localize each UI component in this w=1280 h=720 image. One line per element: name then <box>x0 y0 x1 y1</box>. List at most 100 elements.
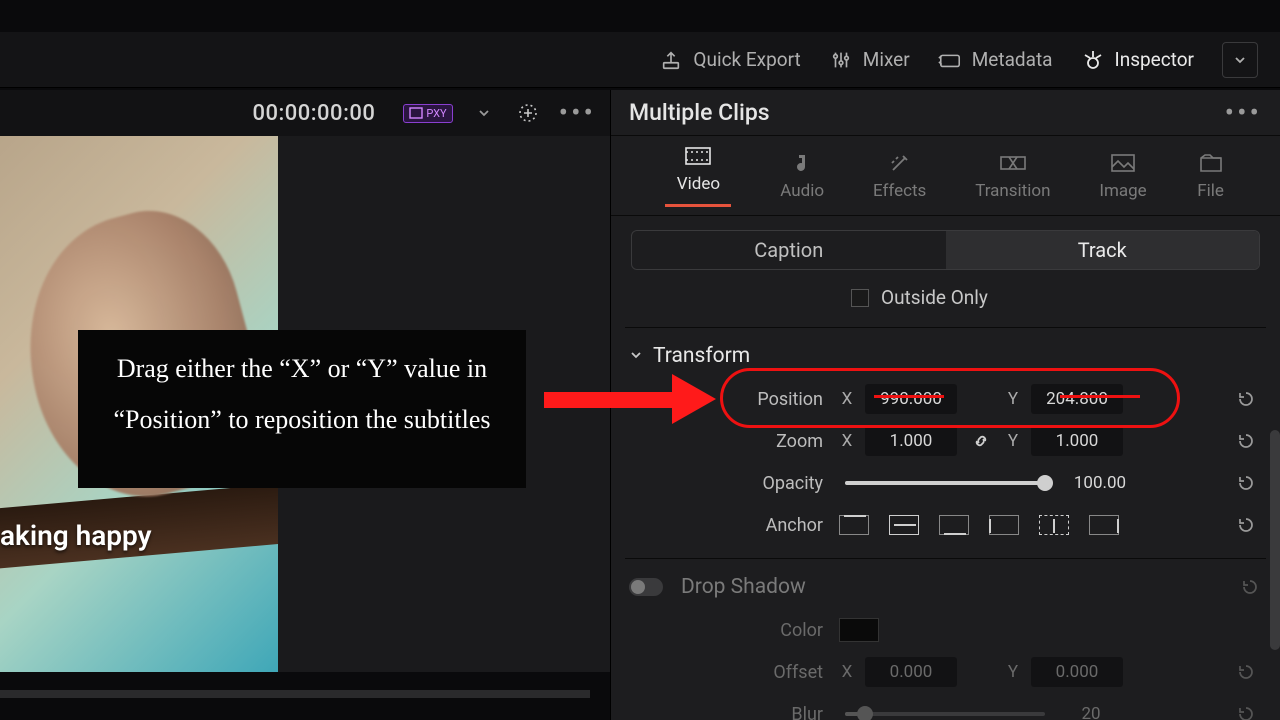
viewer-more-menu[interactable]: ••• <box>559 106 596 120</box>
image-icon <box>1108 151 1138 175</box>
reset-dropshadow-icon[interactable] <box>1238 575 1262 599</box>
reset-position-icon[interactable] <box>1234 387 1258 411</box>
quick-export-label: Quick Export <box>693 48 800 71</box>
link-axes-icon[interactable] <box>967 431 995 451</box>
inspector-subtabs: Caption Track <box>631 230 1260 270</box>
metadata-button[interactable]: Metadata <box>938 48 1053 72</box>
magic-enhance-icon[interactable] <box>515 100 541 126</box>
tab-file[interactable]: File <box>1196 151 1226 201</box>
offset-y-input[interactable] <box>1031 657 1123 687</box>
toolbar-dropdown[interactable] <box>1222 42 1258 78</box>
proxy-mode-chip[interactable]: PXY <box>403 104 452 123</box>
inspector-more-menu[interactable]: ••• <box>1225 106 1262 120</box>
opacity-value[interactable] <box>1061 468 1139 498</box>
blur-slider[interactable] <box>845 712 1045 716</box>
mixer-button[interactable]: Mixer <box>829 48 910 72</box>
shadow-offset-label: Offset <box>621 662 829 683</box>
tab-image-label: Image <box>1099 181 1146 201</box>
position-y-input[interactable] <box>1031 384 1123 414</box>
inspector-title: Multiple Clips <box>629 99 770 126</box>
zoom-row: Zoom X Y <box>611 420 1280 462</box>
tab-audio[interactable]: Audio <box>780 151 824 201</box>
anchor-label: Anchor <box>621 515 829 536</box>
tab-audio-label: Audio <box>780 181 824 201</box>
zoom-y-input[interactable] <box>1031 426 1123 456</box>
anchor-center[interactable] <box>1039 515 1069 535</box>
opacity-row: Opacity <box>611 462 1280 504</box>
offset-x-label: X <box>839 662 855 682</box>
shadow-blur-label: Blur <box>621 704 829 720</box>
reset-blur-icon[interactable] <box>1234 702 1258 720</box>
video-icon <box>683 144 713 168</box>
inspector-tabs: Video Audio Effects Transition Image Fil… <box>611 136 1280 216</box>
zoom-x-input[interactable] <box>865 426 957 456</box>
offset-y-label: Y <box>1005 662 1021 682</box>
shadow-color-label: Color <box>621 620 829 641</box>
opacity-label: Opacity <box>621 473 829 494</box>
quick-export-button[interactable]: Quick Export <box>659 48 800 72</box>
annotation-arrow <box>544 374 719 424</box>
section-transform-header[interactable]: Transform <box>611 330 1280 378</box>
tab-effects[interactable]: Effects <box>873 151 926 201</box>
export-icon <box>659 48 683 72</box>
anchor-left[interactable] <box>989 515 1019 535</box>
shadow-color-row: Color <box>611 609 1280 651</box>
chevron-down-icon <box>629 344 643 368</box>
inspector-label: Inspector <box>1115 48 1194 71</box>
metadata-label: Metadata <box>972 48 1053 71</box>
anchor-right[interactable] <box>1089 515 1119 535</box>
tab-file-label: File <box>1197 181 1224 201</box>
anchor-top[interactable] <box>839 515 869 535</box>
tab-transition[interactable]: Transition <box>975 151 1050 201</box>
tab-image[interactable]: Image <box>1099 151 1146 201</box>
timeline-scrubber[interactable] <box>0 690 590 698</box>
tab-transition-label: Transition <box>975 181 1050 201</box>
subtitle-overlay: aking happy <box>0 519 152 552</box>
position-x-input[interactable] <box>865 384 957 414</box>
dropshadow-toggle[interactable] <box>629 578 663 596</box>
zoom-y-label: Y <box>1005 431 1021 451</box>
proxy-dropdown[interactable] <box>471 100 497 126</box>
offset-x-input[interactable] <box>865 657 957 687</box>
opacity-slider[interactable] <box>845 481 1045 485</box>
outside-only-label: Outside Only <box>881 286 988 309</box>
inspector-scrollbar[interactable] <box>1270 430 1280 650</box>
shadow-offset-row: Offset X Y <box>611 651 1280 693</box>
position-y-label: Y <box>1005 389 1021 409</box>
section-dropshadow-label: Drop Shadow <box>681 575 806 599</box>
blur-value[interactable] <box>1061 699 1121 720</box>
outside-only-checkbox[interactable] <box>851 289 869 307</box>
reset-anchor-icon[interactable] <box>1234 513 1258 537</box>
subtab-caption[interactable]: Caption <box>632 231 946 269</box>
shadow-blur-row: Blur <box>611 693 1280 720</box>
audio-icon <box>787 151 817 175</box>
inspector-icon <box>1081 48 1105 72</box>
shadow-color-swatch[interactable] <box>839 618 879 642</box>
anchor-middle[interactable] <box>889 515 919 535</box>
position-x-label: X <box>839 389 855 409</box>
file-icon <box>1196 151 1226 175</box>
anchor-bottom[interactable] <box>939 515 969 535</box>
reset-opacity-icon[interactable] <box>1234 471 1258 495</box>
mixer-icon <box>829 48 853 72</box>
timecode-display[interactable]: 00:00:00:00 <box>252 101 375 126</box>
section-transform-label: Transform <box>653 344 750 368</box>
metadata-icon <box>938 48 962 72</box>
zoom-x-label: X <box>839 431 855 451</box>
effects-icon <box>885 151 915 175</box>
proxy-label: PXY <box>426 107 446 120</box>
tab-video[interactable]: Video <box>665 144 731 207</box>
reset-offset-icon[interactable] <box>1234 660 1258 684</box>
zoom-label: Zoom <box>621 431 829 452</box>
tab-effects-label: Effects <box>873 181 926 201</box>
subtab-track[interactable]: Track <box>946 231 1260 269</box>
anchor-row: Anchor <box>611 504 1280 546</box>
reset-zoom-icon[interactable] <box>1234 429 1258 453</box>
transition-icon <box>998 151 1028 175</box>
section-dropshadow-header[interactable]: Drop Shadow <box>611 561 1280 609</box>
mixer-label: Mixer <box>863 48 910 71</box>
tab-video-label: Video <box>677 174 720 194</box>
viewer-toolbar: 00:00:00:00 PXY ••• <box>0 90 610 136</box>
inspector-button[interactable]: Inspector <box>1081 48 1194 72</box>
instruction-tooltip: Drag either the “X” or “Y” value in “Pos… <box>78 330 526 488</box>
